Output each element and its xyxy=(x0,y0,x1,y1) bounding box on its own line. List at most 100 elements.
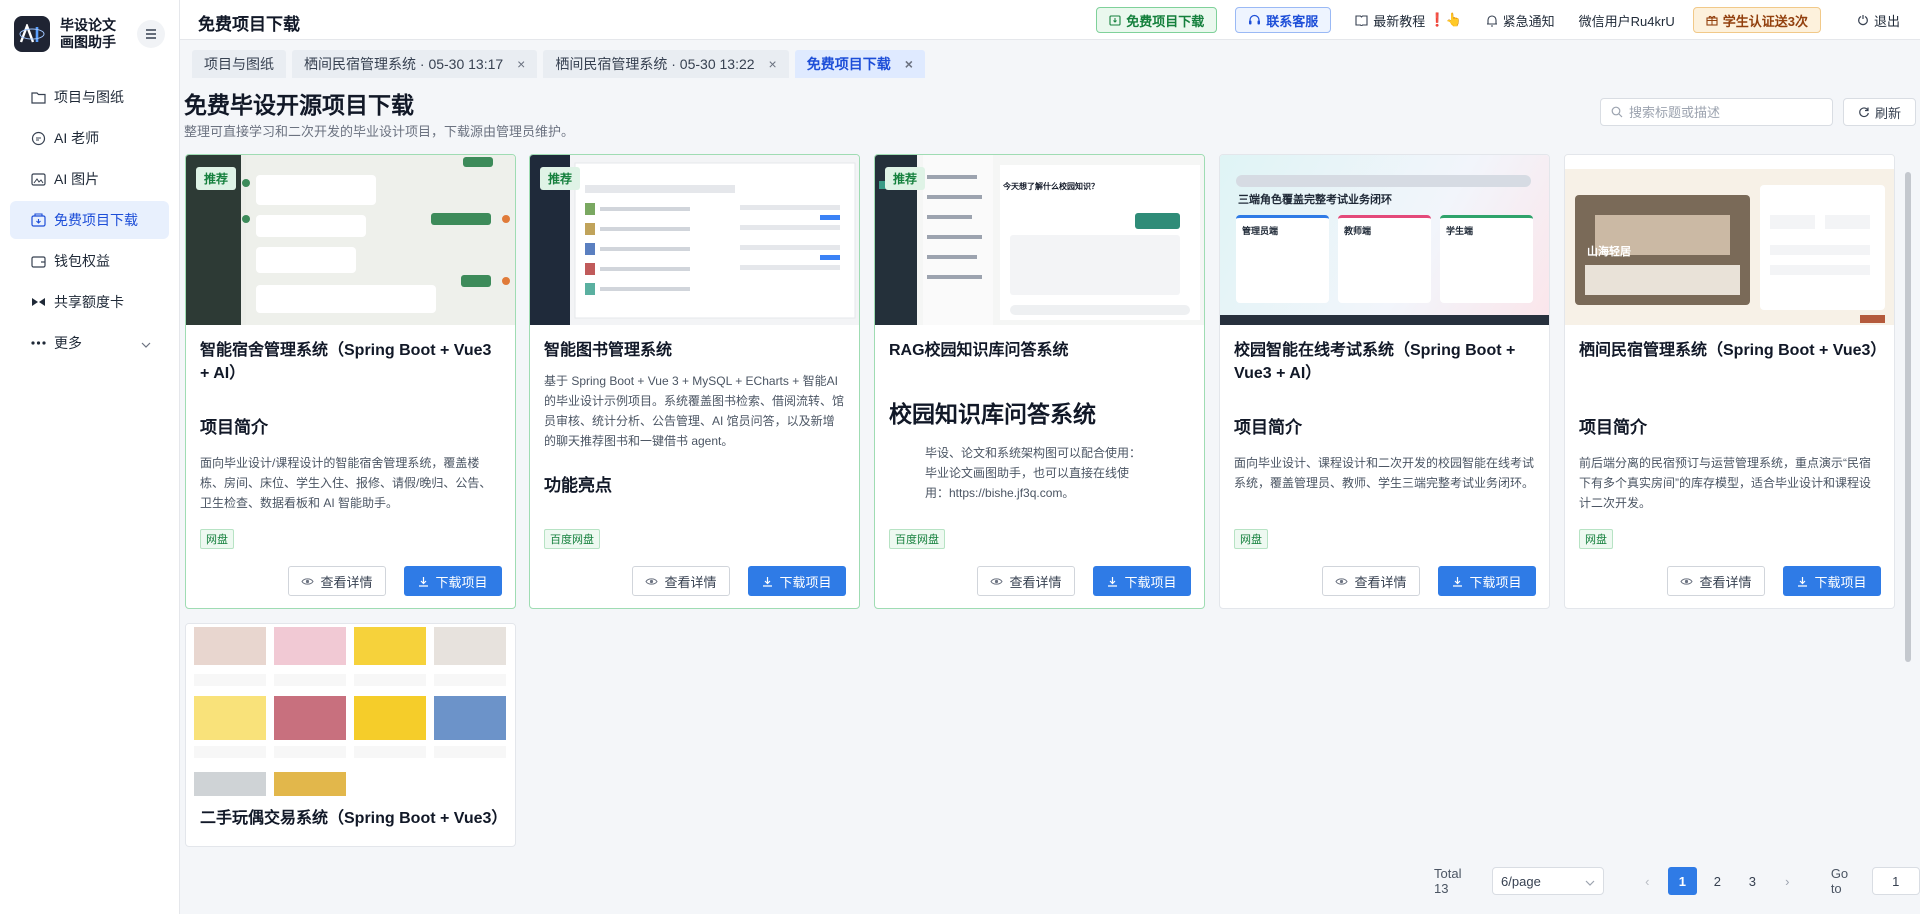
download-icon xyxy=(1798,576,1808,587)
page-3-button[interactable]: 3 xyxy=(1738,867,1767,895)
free-download-button[interactable]: 免费项目下载 xyxy=(1096,7,1218,33)
search-icon xyxy=(1611,106,1623,118)
card-heading: 校园知识库问答系统 xyxy=(889,401,1096,427)
thumb-text: 山海轻居 xyxy=(1587,246,1631,258)
user-name[interactable]: 微信用户Ru4krU xyxy=(1579,11,1675,30)
project-thumbnail: 今天想了解什么校园知识？ 推荐 xyxy=(875,155,1204,325)
sidebar-item-label: 项目与图纸 xyxy=(54,89,124,105)
headset-icon xyxy=(1249,14,1261,25)
urgent-notice-link[interactable]: 紧急通知 xyxy=(1486,11,1555,30)
content-title: 免费毕设开源项目下载 xyxy=(184,92,414,118)
download-project-button[interactable]: 下载项目 xyxy=(748,566,846,596)
download-icon xyxy=(1453,576,1463,587)
download-icon xyxy=(1108,576,1118,587)
goto-page-input[interactable]: 1 xyxy=(1871,867,1920,895)
eye-icon xyxy=(301,577,315,585)
recommend-badge: 推荐 xyxy=(540,167,581,190)
view-detail-button[interactable]: 查看详情 xyxy=(1322,566,1420,596)
card-title: 二手玩偶交易系统（Spring Boot + Vue3） xyxy=(200,810,508,827)
storage-tag: 网盘 xyxy=(200,529,234,549)
logout-button[interactable]: 退出 xyxy=(1857,11,1900,30)
close-icon[interactable]: × xyxy=(517,56,525,72)
folder-icon xyxy=(30,89,46,105)
view-detail-button[interactable]: 查看详情 xyxy=(632,566,730,596)
search-input[interactable] xyxy=(1629,104,1819,120)
close-icon[interactable]: × xyxy=(905,56,913,72)
project-card: 推荐 智能宿舍管理系统（Spring Boot + Vue3 + AI） 项目简… xyxy=(185,154,516,609)
tab-projects[interactable]: 项目与图纸 xyxy=(192,50,286,78)
wallet-icon xyxy=(30,253,46,269)
storage-tag: 网盘 xyxy=(1234,529,1268,549)
download-project-button[interactable]: 下载项目 xyxy=(404,566,502,596)
brand-name: 毕设论文画图助手 xyxy=(60,17,116,50)
sidebar-item-share-card[interactable]: 共享额度卡 xyxy=(10,283,169,321)
sidebar-item-free-download[interactable]: 免费项目下载 xyxy=(10,201,169,239)
more-dots-icon xyxy=(30,335,46,351)
project-card: 三端角色覆盖完整考试业务闭环 管理员端 教师端 学生端 校园智能在线考试系统（S… xyxy=(1219,154,1550,609)
sidebar-item-label: 共享额度卡 xyxy=(54,294,124,310)
pagination: Total 13 6/page ‹ 1 2 3 › Go to 1 xyxy=(1434,866,1920,896)
project-thumbnail: 山海轻居 xyxy=(1565,155,1894,325)
header-actions: 免费项目下载 联系客服 最新教程 ❗👆 紧急通知 微信用户Ru4krU 学生认证… xyxy=(1078,6,1900,34)
ai-logo-icon xyxy=(14,16,50,52)
tab-homestay-1322[interactable]: 栖间民宿管理系统 · 05-30 13:22 × xyxy=(543,50,789,78)
eye-icon xyxy=(1335,577,1349,585)
sidebar-item-wallet[interactable]: 钱包权益 xyxy=(10,242,169,280)
download-project-button[interactable]: 下载项目 xyxy=(1783,566,1881,596)
card-description: 面向毕业设计、课程设计和二次开发的校园智能在线考试系统，覆盖管理员、教师、学生三… xyxy=(1234,456,1535,490)
sidebar-item-label: AI 图片 xyxy=(54,171,100,187)
sidebar-item-label: 钱包权益 xyxy=(54,253,110,269)
eye-icon xyxy=(645,577,659,585)
recommend-badge: 推荐 xyxy=(196,167,237,190)
page-title: 免费项目下载 xyxy=(198,15,300,34)
page-1-button[interactable]: 1 xyxy=(1667,867,1697,895)
sidebar-item-more[interactable]: 更多 xyxy=(10,324,169,362)
project-thumbnail: 推荐 xyxy=(186,155,515,325)
view-detail-button[interactable]: 查看详情 xyxy=(977,566,1075,596)
eye-icon xyxy=(990,577,1004,585)
view-detail-button[interactable]: 查看详情 xyxy=(288,566,386,596)
download-project-button[interactable]: 下载项目 xyxy=(1093,566,1191,596)
project-card: 推荐 智能图书管理系统 基于 Spring Boot + Vue 3 + MyS… xyxy=(529,154,860,609)
close-icon[interactable]: × xyxy=(769,56,777,72)
card-description: 前后端分离的民宿预订与运营管理系统，重点演示“民宿下有多个真实房间”的库存模型，… xyxy=(1579,456,1871,510)
download-icon xyxy=(419,576,429,587)
card-title: 智能宿舍管理系统（Spring Boot + Vue3 + AI） xyxy=(200,342,492,382)
chat-bubble-icon xyxy=(30,130,46,146)
next-page-button[interactable]: › xyxy=(1773,867,1802,895)
card-title: 智能图书管理系统 xyxy=(544,342,673,359)
project-thumbnail: 推荐 xyxy=(530,155,859,325)
sidebar: 毕设论文画图助手 项目与图纸 AI 老师 AI 图片 免费项目下载 钱包权益 共… xyxy=(0,0,180,914)
recommend-badge: 推荐 xyxy=(885,167,926,190)
menu-toggle-icon[interactable] xyxy=(137,20,165,48)
card-heading: 项目简介 xyxy=(200,418,268,437)
view-detail-button[interactable]: 查看详情 xyxy=(1667,566,1765,596)
card-description: 毕设、论文和系统架构图可以配合使用：毕业论文画图助手，也可以直接在线使用：htt… xyxy=(925,446,1142,500)
storage-tag: 百度网盘 xyxy=(889,529,945,549)
total-count: Total 13 xyxy=(1434,866,1462,896)
page-size-select[interactable]: 6/page xyxy=(1492,867,1604,895)
sidebar-item-ai-image[interactable]: AI 图片 xyxy=(10,160,169,198)
card-title: 栖间民宿管理系统（Spring Boot + Vue3） xyxy=(1579,342,1887,359)
sidebar-item-projects[interactable]: 项目与图纸 xyxy=(10,78,169,116)
refresh-button[interactable]: 刷新 xyxy=(1843,98,1916,126)
sidebar-item-label: 免费项目下载 xyxy=(54,212,138,228)
scrollbar-thumb[interactable] xyxy=(1905,172,1911,662)
page-2-button[interactable]: 2 xyxy=(1703,867,1732,895)
tutorial-badge: ❗👆 xyxy=(1429,12,1462,27)
tab-free-download[interactable]: 免费项目下载 × xyxy=(794,50,925,78)
sidebar-item-label: 更多 xyxy=(54,335,82,351)
content-subtitle: 整理可直接学习和二次开发的毕业设计项目，下载源由管理员维护。 xyxy=(184,124,575,139)
student-cert-button[interactable]: 学生认证送3次 xyxy=(1692,7,1821,33)
card-heading: 功能亮点 xyxy=(544,476,612,495)
search-box xyxy=(1600,98,1833,126)
card-heading: 项目简介 xyxy=(1579,418,1647,437)
download-project-button[interactable]: 下载项目 xyxy=(1438,566,1536,596)
contact-support-button[interactable]: 联系客服 xyxy=(1235,7,1332,33)
power-icon xyxy=(1858,15,1868,26)
latest-tutorial-link[interactable]: 最新教程 ❗👆 xyxy=(1355,11,1462,30)
tab-homestay-1317[interactable]: 栖间民宿管理系统 · 05-30 13:17 × xyxy=(292,50,538,78)
sidebar-item-label: AI 老师 xyxy=(54,130,100,146)
prev-page-button[interactable]: ‹ xyxy=(1633,867,1662,895)
sidebar-item-ai-teacher[interactable]: AI 老师 xyxy=(10,119,169,157)
